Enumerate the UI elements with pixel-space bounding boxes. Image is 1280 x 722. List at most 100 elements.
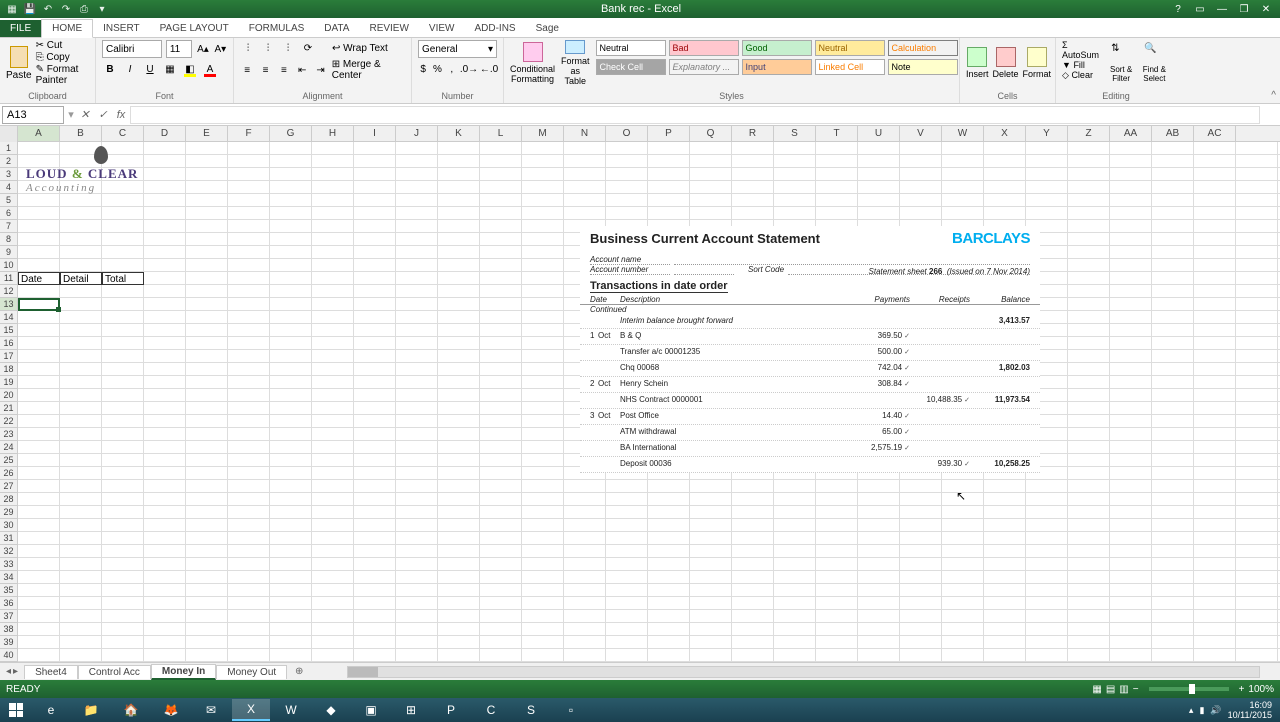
bank-statement-image[interactable]: Business Current Account Statement BARCL…	[580, 226, 1040, 473]
fx-icon[interactable]: fx	[112, 106, 130, 124]
enter-formula-icon[interactable]: ✓	[94, 106, 112, 124]
align-bottom-icon[interactable]: ⫶	[280, 40, 296, 56]
tab-home[interactable]: HOME	[41, 19, 93, 38]
col-header-R[interactable]: R	[732, 126, 774, 141]
row-header-8[interactable]: 8	[0, 233, 17, 246]
row-header-34[interactable]: 34	[0, 571, 17, 584]
col-header-AB[interactable]: AB	[1152, 126, 1194, 141]
namebox-dropdown-icon[interactable]: ▾	[66, 108, 76, 121]
row-header-17[interactable]: 17	[0, 350, 17, 363]
conditional-formatting-button[interactable]: Conditional Formatting	[510, 40, 555, 86]
font-size-input[interactable]: 11	[166, 40, 192, 58]
col-header-D[interactable]: D	[144, 126, 186, 141]
orientation-icon[interactable]: ⟳	[300, 40, 316, 56]
row-header-27[interactable]: 27	[0, 480, 17, 493]
taskbar-word-icon[interactable]: W	[272, 699, 310, 721]
row-header-20[interactable]: 20	[0, 389, 17, 402]
merge-center-button[interactable]: ⊞ Merge & Center	[332, 59, 405, 81]
row-header-19[interactable]: 19	[0, 376, 17, 389]
row-header-2[interactable]: 2	[0, 155, 17, 168]
paste-button[interactable]: Paste	[6, 40, 32, 86]
row-header-23[interactable]: 23	[0, 428, 17, 441]
cells-area[interactable]: LOUD & CLEAR Accounting Date Detail Tota…	[18, 142, 1280, 662]
wrap-text-button[interactable]: ↩ Wrap Text	[332, 43, 388, 54]
increase-decimal-icon[interactable]: .0→	[461, 61, 477, 77]
help-icon[interactable]: ?	[1168, 1, 1188, 17]
cell-A11[interactable]: Date	[18, 272, 60, 285]
copy-button[interactable]: ⎘ Copy	[36, 52, 89, 63]
font-name-input[interactable]: Calibri	[102, 40, 162, 58]
row-header-24[interactable]: 24	[0, 441, 17, 454]
row-header-3[interactable]: 3	[0, 168, 17, 181]
tray-volume-icon[interactable]: 🔊	[1210, 705, 1221, 716]
col-header-G[interactable]: G	[270, 126, 312, 141]
col-header-C[interactable]: C	[102, 126, 144, 141]
fill-button[interactable]: ▼ Fill	[1062, 60, 1103, 70]
close-icon[interactable]: ✕	[1256, 1, 1276, 17]
zoom-slider[interactable]	[1149, 687, 1229, 691]
cell-C11[interactable]: Total	[102, 272, 144, 285]
row-header-15[interactable]: 15	[0, 324, 17, 337]
align-right-icon[interactable]: ≡	[277, 62, 291, 78]
tab-insert[interactable]: INSERT	[93, 20, 150, 37]
print-icon[interactable]: ⎙	[76, 1, 92, 17]
cancel-formula-icon[interactable]: ✕	[76, 106, 94, 124]
formula-input[interactable]	[130, 106, 1260, 124]
page-break-view-icon[interactable]: ▥	[1119, 684, 1128, 695]
add-sheet-button[interactable]: ⊕	[291, 666, 307, 677]
comma-format-icon[interactable]: ,	[447, 61, 457, 77]
row-header-13[interactable]: 13	[0, 298, 17, 311]
find-select-button[interactable]: 🔍Find & Select	[1139, 40, 1170, 86]
row-header-32[interactable]: 32	[0, 545, 17, 558]
ribbon-options-icon[interactable]: ▭	[1190, 1, 1210, 17]
taskbar-explorer-icon[interactable]: 📁	[72, 699, 110, 721]
format-cells-button[interactable]: Format	[1023, 40, 1052, 86]
row-header-31[interactable]: 31	[0, 532, 17, 545]
row-header-29[interactable]: 29	[0, 506, 17, 519]
taskbar-mail-icon[interactable]: ✉	[192, 699, 230, 721]
undo-icon[interactable]: ↶	[40, 1, 56, 17]
horizontal-scrollbar[interactable]	[347, 666, 1260, 678]
row-header-25[interactable]: 25	[0, 454, 17, 467]
row-header-7[interactable]: 7	[0, 220, 17, 233]
tab-formulas[interactable]: FORMULAS	[239, 20, 315, 37]
decrease-indent-icon[interactable]: ⇤	[295, 62, 309, 78]
sort-filter-button[interactable]: ⇅Sort & Filter	[1105, 40, 1136, 86]
taskbar-excel-icon[interactable]: X	[232, 699, 270, 721]
tab-data[interactable]: DATA	[314, 20, 359, 37]
col-header-O[interactable]: O	[606, 126, 648, 141]
style-good[interactable]: Good	[742, 40, 812, 56]
row-header-5[interactable]: 5	[0, 194, 17, 207]
style-bad[interactable]: Bad	[669, 40, 739, 56]
row-header-37[interactable]: 37	[0, 610, 17, 623]
col-header-B[interactable]: B	[60, 126, 102, 141]
number-format-dropdown[interactable]: General▾	[418, 40, 497, 58]
worksheet-grid[interactable]: A document.write(['B','C','D','E','F','G…	[0, 126, 1280, 662]
row-header-35[interactable]: 35	[0, 584, 17, 597]
tab-addins[interactable]: ADD-INS	[464, 20, 525, 37]
cut-button[interactable]: ✂ Cut	[36, 40, 89, 51]
scrollbar-thumb[interactable]	[348, 667, 378, 677]
row-header-36[interactable]: 36	[0, 597, 17, 610]
style-input[interactable]: Input	[742, 59, 812, 75]
style-check-cell[interactable]: Check Cell	[596, 59, 666, 75]
row-header-6[interactable]: 6	[0, 207, 17, 220]
sheet-tab-money-in[interactable]: Money In	[151, 664, 216, 680]
collapse-ribbon-icon[interactable]: ^	[1271, 90, 1276, 101]
decrease-decimal-icon[interactable]: ←.0	[481, 61, 497, 77]
col-header-Y[interactable]: Y	[1026, 126, 1068, 141]
taskbar-app5-icon[interactable]: ▫	[552, 699, 590, 721]
redo-icon[interactable]: ↷	[58, 1, 74, 17]
row-header-11[interactable]: 11	[0, 272, 17, 285]
col-header-X[interactable]: X	[984, 126, 1026, 141]
row-header-30[interactable]: 30	[0, 519, 17, 532]
row-header-16[interactable]: 16	[0, 337, 17, 350]
style-normal[interactable]: Neutral	[596, 40, 666, 56]
col-header-K[interactable]: K	[438, 126, 480, 141]
taskbar-home-icon[interactable]: 🏠	[112, 699, 150, 721]
tray-network-icon[interactable]: ▮	[1199, 705, 1204, 716]
row-header-18[interactable]: 18	[0, 363, 17, 376]
page-layout-view-icon[interactable]: ▤	[1106, 684, 1115, 695]
start-button[interactable]	[2, 699, 30, 721]
border-button[interactable]: ▦	[162, 61, 178, 77]
